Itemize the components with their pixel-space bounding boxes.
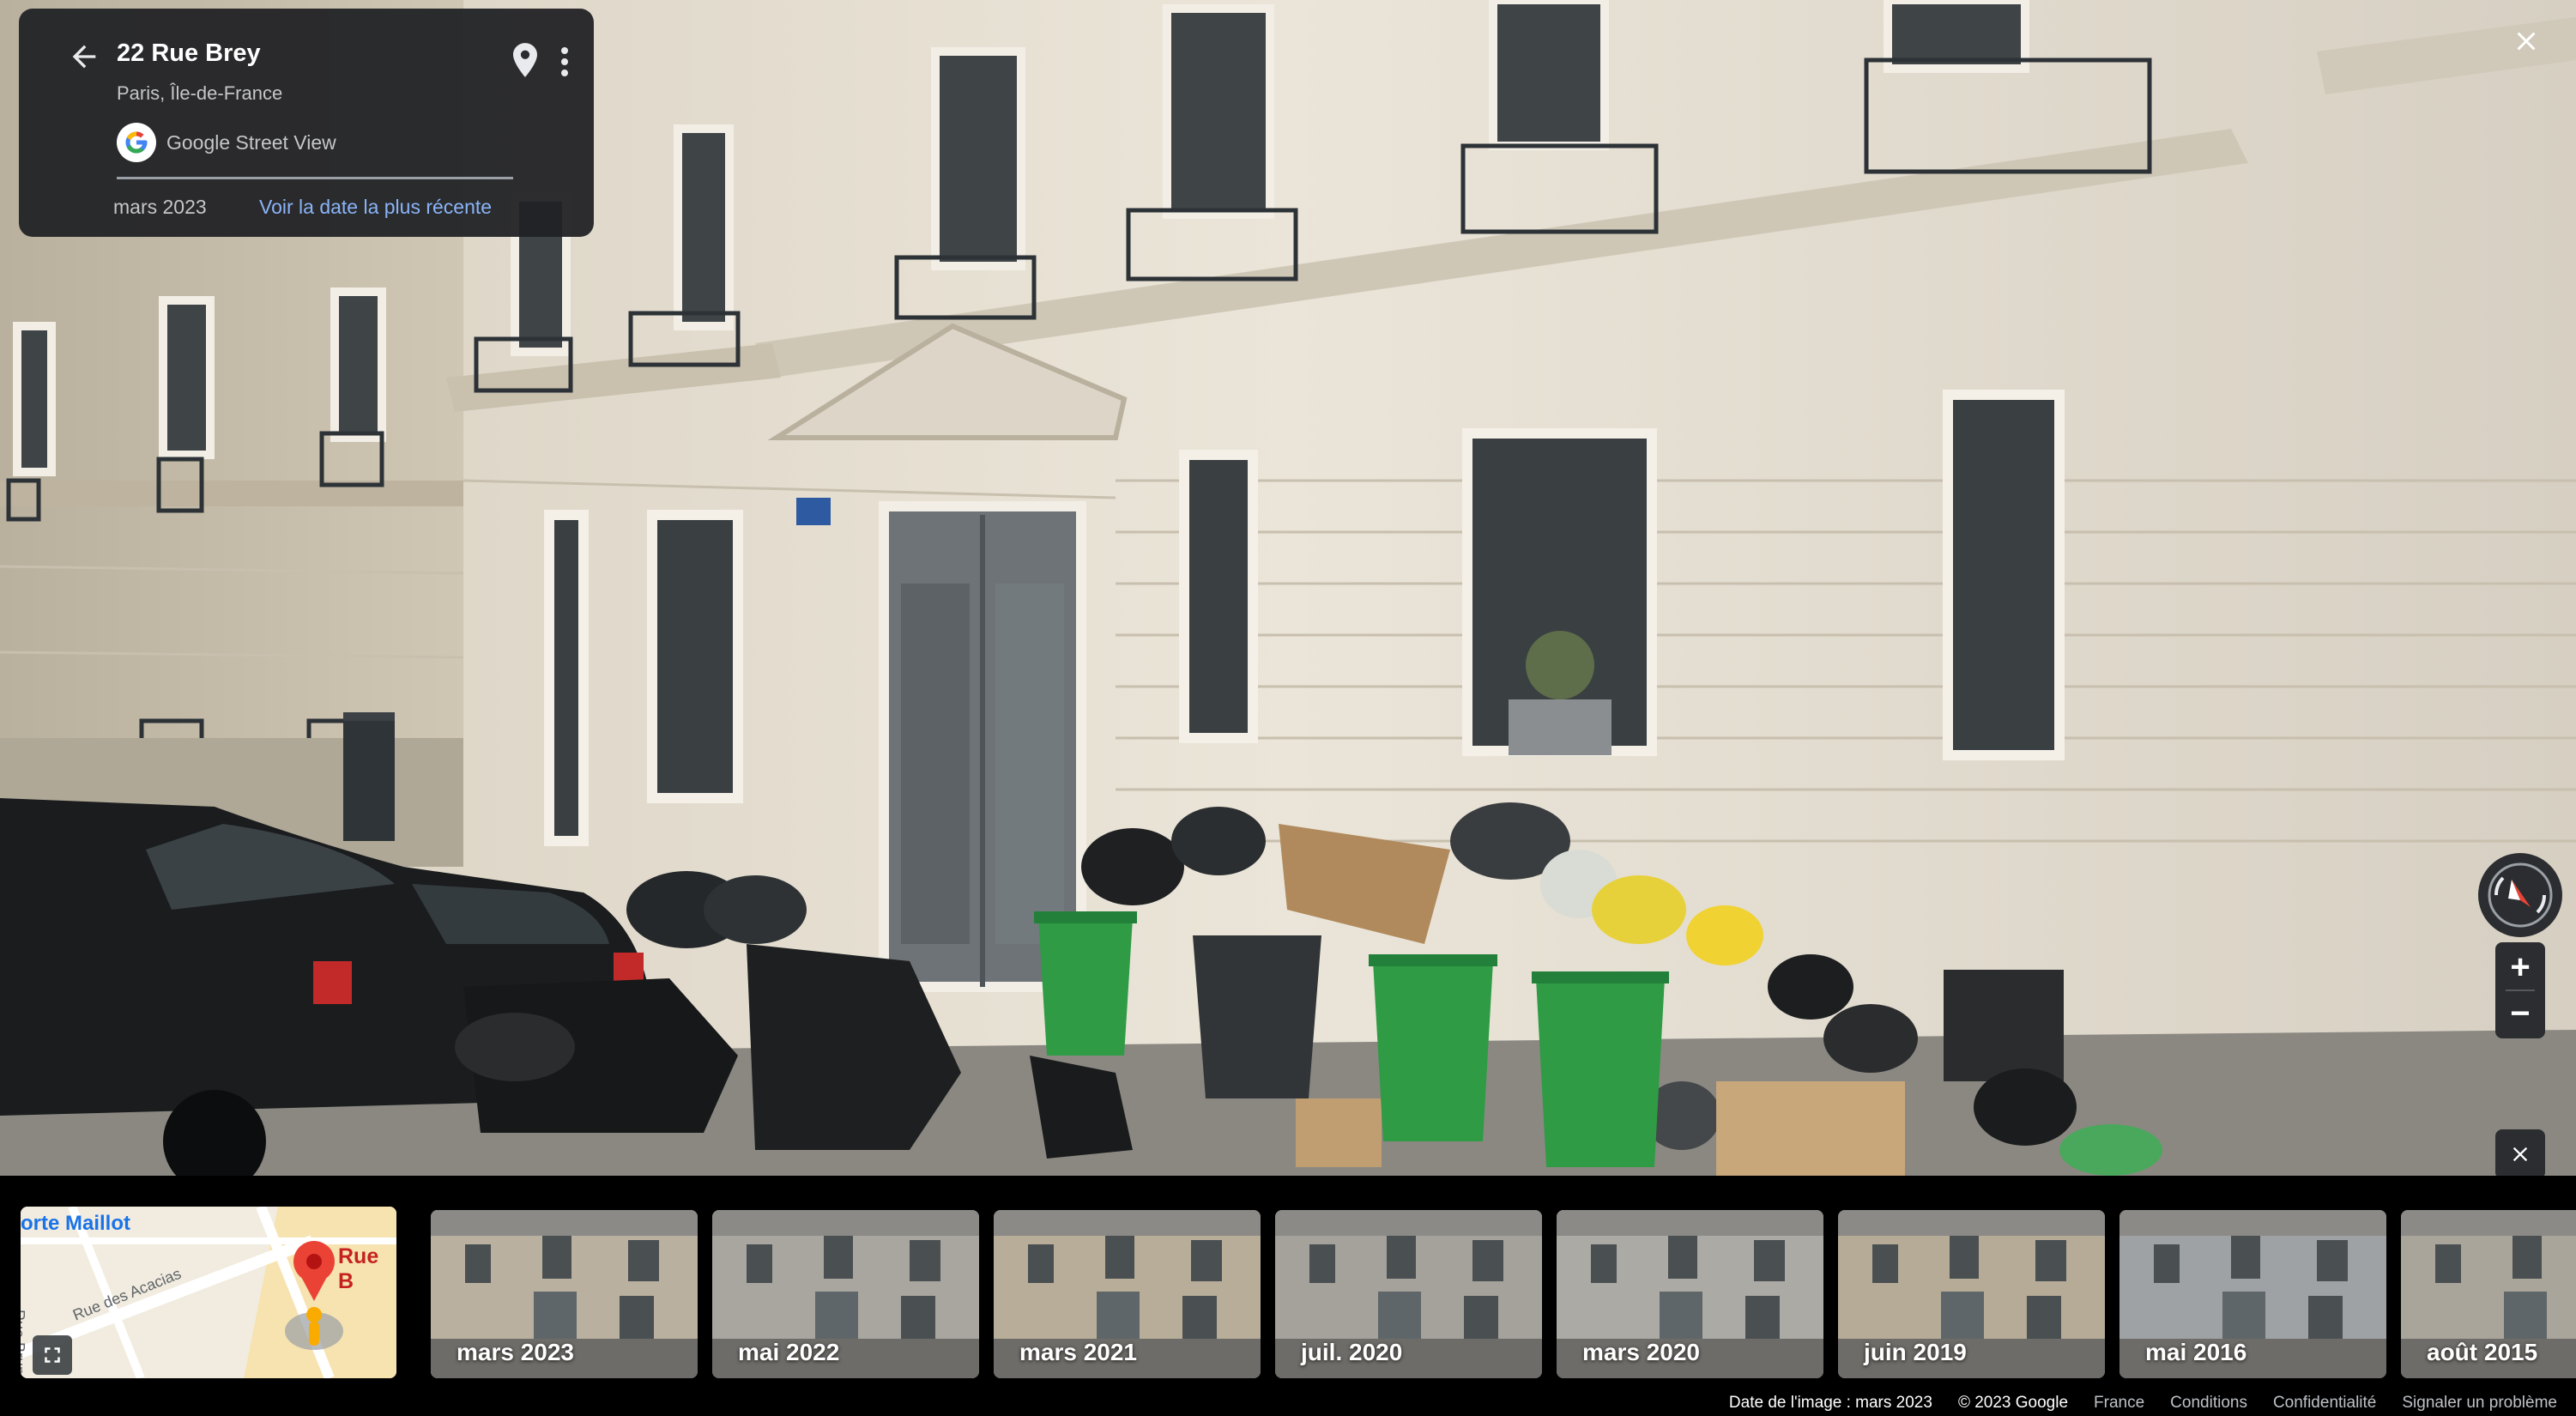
image-date-text: Date de l'image : mars 2023	[1728, 1394, 1932, 1412]
timeline-thumbnail[interactable]: juin 2019	[1838, 1210, 2105, 1378]
zoom-control: + −	[2495, 942, 2545, 1038]
map-place-label: orte Maillot	[21, 1212, 131, 1235]
google-logo-icon	[117, 123, 156, 162]
timeline-thumbnail[interactable]: août 2015	[2401, 1210, 2576, 1378]
thumbnail-date-label: mai 2022	[738, 1339, 840, 1365]
timeline-thumbnail[interactable]: mai 2016	[2119, 1210, 2386, 1378]
expand-map-button[interactable]	[33, 1335, 72, 1375]
map-pin-icon	[513, 43, 537, 77]
thumbnail-date-label: août 2015	[2427, 1339, 2538, 1365]
map-marker-label: Rue B	[338, 1244, 379, 1293]
thumbnail-date-label: juin 2019	[1864, 1339, 1967, 1365]
copyright-text: © 2023 Google	[1957, 1394, 2069, 1412]
more-vert-icon	[561, 47, 568, 76]
capture-date-label: mars 2023	[113, 196, 207, 218]
close-icon	[2513, 1147, 2528, 1162]
close-street-view-button[interactable]	[2500, 15, 2552, 67]
zoom-out-button[interactable]: −	[2495, 990, 2545, 1037]
timeline-thumbnail[interactable]: mars 2020	[1557, 1210, 1823, 1378]
timeline-thumbnail[interactable]: mars 2023	[431, 1210, 698, 1378]
footer-bar: Date de l'image : mars 2023 © 2023 Googl…	[0, 1390, 2576, 1416]
thumbnail-date-label: mai 2016	[2145, 1339, 2247, 1365]
back-button[interactable]	[62, 34, 106, 79]
source-attribution[interactable]: Google Street View	[117, 122, 336, 163]
source-label: Google Street View	[166, 130, 336, 154]
mini-map[interactable]: orte Maillot Rue des Acacias Rue Brunel …	[21, 1207, 396, 1378]
location-title: 22 Rue Brey	[117, 39, 261, 67]
timeline-thumbnails: mars 2023 mai 2022 mars 2021 juil. 2020 mars…	[431, 1210, 2576, 1378]
thumbnail-date-label: mars 2020	[1582, 1339, 1701, 1365]
timeline-thumbnail[interactable]: mars 2021	[994, 1210, 1261, 1378]
close-icon	[2517, 32, 2536, 51]
timeline-thumbnail[interactable]: mai 2022	[712, 1210, 979, 1378]
card-divider	[117, 177, 513, 179]
thumbnail-date-label: mars 2021	[1019, 1339, 1138, 1365]
close-timeline-button[interactable]	[2495, 1129, 2545, 1179]
map-street-label: Rue Brunel	[21, 1310, 27, 1378]
compass-icon	[2488, 862, 2553, 928]
thumbnail-date-label: mars 2023	[457, 1339, 575, 1365]
show-on-map-button[interactable]	[508, 39, 542, 81]
timeline-thumbnail[interactable]: juil. 2020	[1275, 1210, 1542, 1378]
location-info-card: 22 Rue Brey Paris, Île-de-France Google …	[19, 9, 594, 237]
compass-control[interactable]	[2478, 853, 2562, 937]
see-latest-date-link[interactable]: Voir la date la plus récente	[259, 196, 492, 219]
location-subtitle: Paris, Île-de-France	[117, 82, 283, 104]
fullscreen-icon	[45, 1347, 60, 1363]
thumbnail-date-label: juil. 2020	[1301, 1339, 1403, 1365]
more-options-button[interactable]	[549, 41, 580, 82]
timeline-strip: orte Maillot Rue des Acacias Rue Brunel …	[0, 1176, 2576, 1390]
country-link[interactable]: France	[2094, 1394, 2144, 1413]
report-problem-link[interactable]: Signaler un problème	[2402, 1394, 2557, 1413]
privacy-link[interactable]: Confidentialité	[2273, 1394, 2376, 1413]
zoom-in-button[interactable]: +	[2495, 944, 2545, 990]
terms-link[interactable]: Conditions	[2170, 1394, 2247, 1413]
arrow-left-icon	[72, 45, 96, 69]
